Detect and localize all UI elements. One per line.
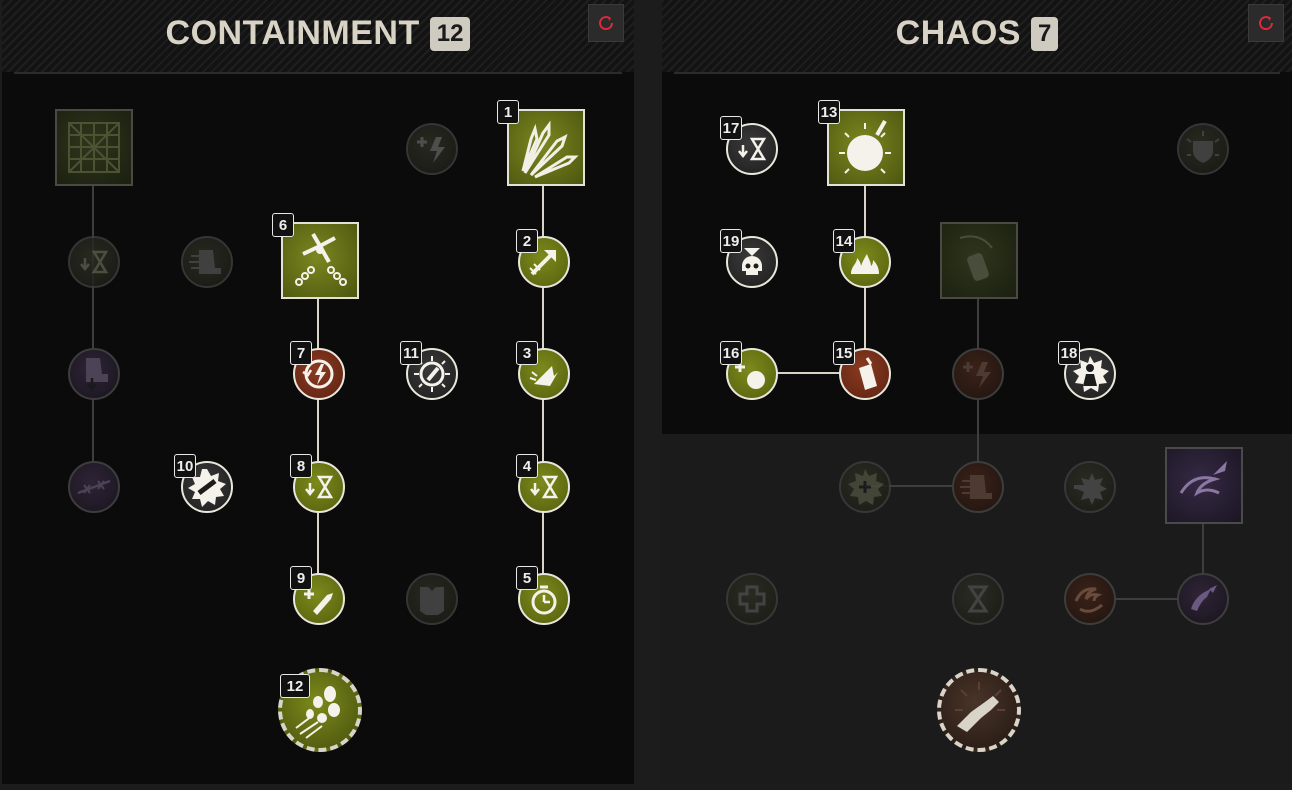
fireball-icon — [839, 120, 891, 174]
chain-blade-icon — [295, 232, 347, 286]
barbed-wire-icon — [77, 479, 111, 495]
canister-throw-icon — [959, 235, 993, 281]
armor-icon — [420, 587, 444, 615]
order-badge: 17 — [720, 116, 742, 140]
lightning-plus-icon — [963, 362, 991, 388]
shield-burst-icon — [1186, 131, 1220, 163]
swirl-strike-node[interactable] — [1177, 573, 1229, 625]
order-badge: 6 — [272, 213, 294, 237]
order-badge: 4 — [516, 454, 538, 478]
vortex-missile-node[interactable] — [1165, 447, 1243, 524]
boot-down-node[interactable] — [68, 348, 120, 400]
order-badge: 8 — [290, 454, 312, 478]
bandage-plus-node[interactable] — [839, 461, 891, 513]
order-badge: 2 — [516, 229, 538, 253]
bullet-burst-icon — [1074, 473, 1107, 505]
order-badge: 12 — [280, 674, 310, 698]
ultimate-skill-node[interactable] — [937, 668, 1021, 752]
order-badge: 14 — [833, 229, 855, 253]
lightning-plus-icon — [417, 137, 445, 163]
boot-dash-icon — [960, 475, 992, 499]
net-trap-node[interactable] — [55, 109, 133, 186]
order-badge: 16 — [720, 341, 742, 365]
lightning-plus-node[interactable] — [952, 348, 1004, 400]
swirl-strike-icon — [1191, 585, 1217, 611]
vortex-icon — [1074, 587, 1103, 613]
vortex-missile-icon — [1179, 461, 1227, 497]
armor-node[interactable] — [406, 573, 458, 625]
lightning-plus-node[interactable] — [406, 123, 458, 175]
shotgun-blast-icon — [955, 682, 1005, 732]
containment-tree-panel: CONTAINMENT 12 1 6 2 7 11 3 10 8 4 9 5 1… — [2, 0, 634, 784]
order-badge: 3 — [516, 341, 538, 365]
net-icon — [68, 122, 120, 173]
boot-dash-icon — [189, 250, 221, 274]
order-badge: 5 — [516, 566, 538, 590]
order-badge: 19 — [720, 229, 742, 253]
hourglass-node[interactable] — [952, 573, 1004, 625]
hourglass-down-icon — [80, 250, 109, 274]
boot-dash-node[interactable] — [181, 236, 233, 288]
hourglass-icon — [967, 585, 989, 613]
boot-down-icon — [86, 358, 108, 392]
hourglass-down-node[interactable] — [68, 236, 120, 288]
crystal-shards-icon — [521, 120, 579, 179]
order-badge: 18 — [1058, 341, 1080, 365]
order-badge: 1 — [497, 100, 519, 124]
order-badge: 15 — [833, 341, 855, 365]
medkit-icon — [738, 585, 766, 613]
order-badge: 11 — [400, 341, 422, 365]
chaos-tree-panel: CHAOS 7 17 13 19 14 16 15 18 — [662, 0, 1292, 784]
order-badge: 7 — [290, 341, 312, 365]
shield-burst-node[interactable] — [1177, 123, 1229, 175]
canister-throw-node[interactable] — [940, 222, 1018, 299]
order-badge: 13 — [818, 100, 840, 124]
order-badge: 9 — [290, 566, 312, 590]
order-badge: 10 — [174, 454, 196, 478]
vortex-node[interactable] — [1064, 573, 1116, 625]
barbed-wire-node[interactable] — [68, 461, 120, 513]
bullet-burst-node[interactable] — [1064, 461, 1116, 513]
bandage-plus-icon — [848, 469, 884, 505]
boot-dash-node[interactable] — [952, 461, 1004, 513]
medkit-node[interactable] — [726, 573, 778, 625]
